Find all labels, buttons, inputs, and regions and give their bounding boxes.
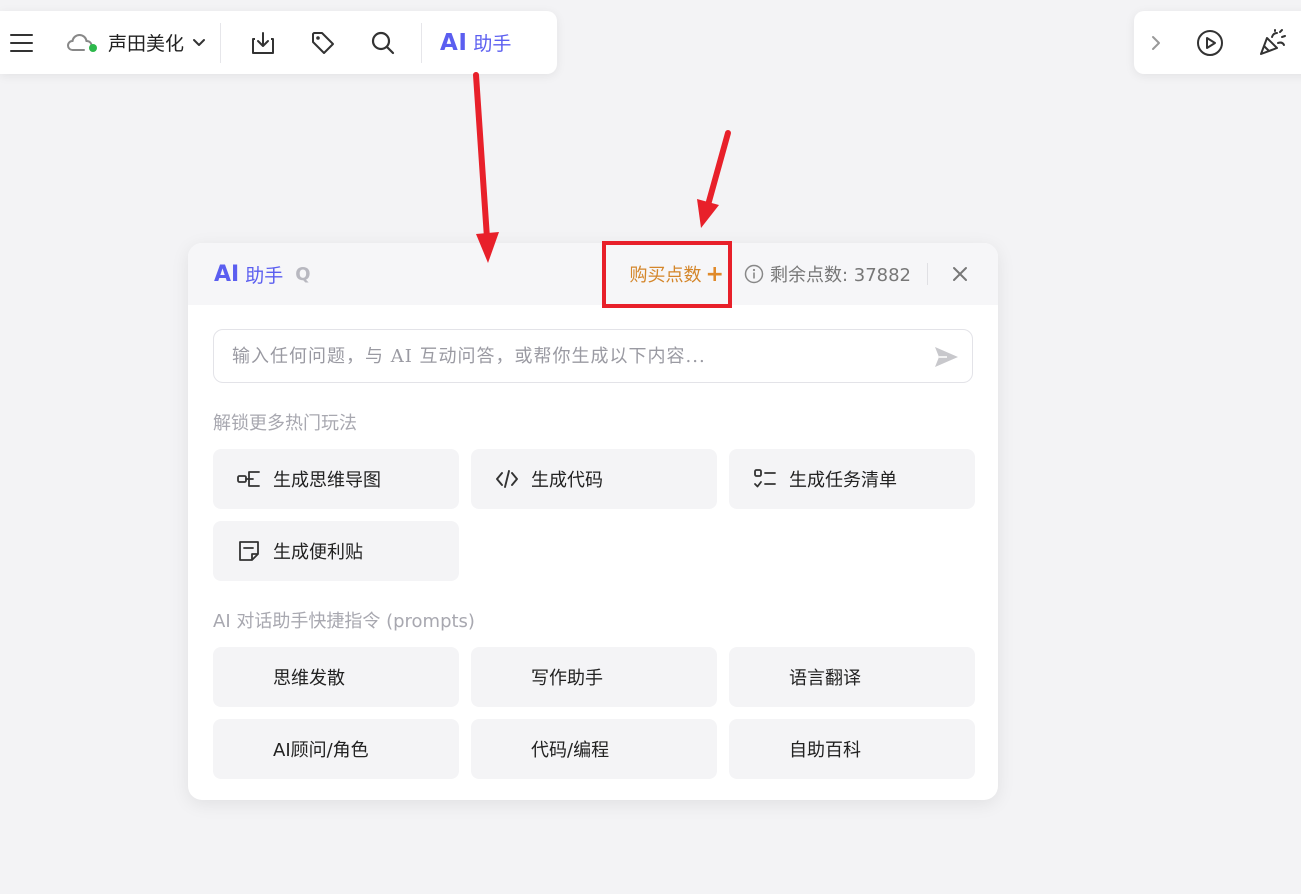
search-icon	[371, 31, 395, 54]
panel-header: AI 助手 Q 购买点数 + 剩余点数: 37882	[188, 243, 998, 305]
prompt-brainstorm[interactable]: 思维发散	[213, 647, 459, 707]
prompt-label: 自助百科	[789, 740, 861, 761]
buy-points-button[interactable]: 购买点数 +	[630, 261, 724, 287]
tag-button[interactable]	[293, 11, 353, 74]
shortcut-hint: Q	[295, 263, 311, 285]
download-button[interactable]	[233, 11, 293, 74]
ai-assistant-button[interactable]: AI 助手	[422, 11, 529, 74]
annotation-arrow-ai-button	[473, 72, 499, 263]
feature-code[interactable]: 生成代码	[471, 449, 717, 509]
search-button[interactable]	[353, 11, 413, 74]
prompt-ai-advisor[interactable]: AI顾问/角色	[213, 719, 459, 779]
ai-badge: AI	[214, 261, 240, 287]
annotation-arrow-buy-points	[697, 130, 731, 228]
prompt-label: 语言翻译	[789, 668, 861, 689]
feature-label: 生成代码	[531, 470, 603, 491]
prompt-label: AI顾问/角色	[273, 740, 369, 761]
prompt-encyclopedia[interactable]: 自助百科	[729, 719, 975, 779]
prompt-label: 写作助手	[531, 668, 603, 689]
toolbar-divider	[220, 22, 222, 63]
plus-icon: +	[705, 261, 724, 287]
features-grid: 生成思维导图 生成代码 生成任务清单 生成便利贴	[213, 449, 975, 581]
code-icon	[495, 467, 519, 491]
sticky-note-icon	[237, 539, 261, 563]
info-icon[interactable]	[744, 264, 764, 284]
chevron-right-icon	[1152, 35, 1160, 50]
prompt-input-box	[213, 329, 973, 383]
hamburger-menu-icon	[10, 33, 33, 52]
header-divider	[927, 263, 928, 285]
right-toolbar	[1134, 11, 1301, 74]
ai-assistant-panel: AI 助手 Q 购买点数 + 剩余点数: 37882 输入任何问题，与 AI 互…	[188, 243, 998, 800]
celebrate-button[interactable]	[1248, 11, 1296, 74]
chevron-down-icon	[193, 38, 206, 46]
feature-mindmap[interactable]: 生成思维导图	[213, 449, 459, 509]
checklist-icon	[753, 467, 777, 491]
online-status-dot	[89, 43, 97, 52]
feature-label: 生成任务清单	[789, 470, 897, 491]
party-popper-icon	[1260, 28, 1286, 55]
prompt-label: 代码/编程	[531, 740, 610, 761]
close-icon	[953, 267, 967, 281]
ai-badge: AI	[440, 29, 468, 56]
play-icon	[1197, 29, 1223, 56]
buy-points-label: 购买点数	[629, 265, 702, 286]
menu-button[interactable]	[0, 11, 44, 74]
prompt-writing-assistant[interactable]: 写作助手	[471, 647, 717, 707]
prompts-grid: 思维发散 写作助手 语言翻译 AI顾问/角色 代码/编程 自助百科	[213, 647, 975, 779]
cloud-sync-icon	[66, 32, 97, 54]
prompt-label: 思维发散	[273, 668, 345, 689]
collapse-button[interactable]	[1146, 11, 1166, 74]
prompt-input[interactable]	[214, 330, 972, 382]
ai-assistant-label: 助手	[473, 33, 512, 55]
close-button[interactable]	[948, 262, 972, 286]
mindmap-icon	[237, 467, 261, 491]
feature-label: 生成便利贴	[273, 542, 363, 563]
tag-icon	[312, 31, 335, 54]
remaining-points: 剩余点数: 37882	[769, 265, 911, 286]
panel-title: 助手	[245, 264, 284, 287]
document-title-dropdown[interactable]: 声田美化	[44, 11, 220, 74]
main-toolbar: 声田美化 AI 助手	[0, 11, 557, 74]
document-title: 声田美化	[108, 33, 185, 55]
download-icon	[252, 31, 275, 54]
prompt-coding[interactable]: 代码/编程	[471, 719, 717, 779]
feature-sticky-note[interactable]: 生成便利贴	[213, 521, 459, 581]
prompts-section-title: AI 对话助手快捷指令 (prompts)	[213, 611, 475, 632]
feature-checklist[interactable]: 生成任务清单	[729, 449, 975, 509]
present-button[interactable]	[1186, 11, 1234, 74]
feature-label: 生成思维导图	[273, 470, 381, 491]
prompt-translation[interactable]: 语言翻译	[729, 647, 975, 707]
features-section-title: 解锁更多热门玩法	[213, 413, 357, 434]
send-icon[interactable]	[932, 343, 960, 371]
